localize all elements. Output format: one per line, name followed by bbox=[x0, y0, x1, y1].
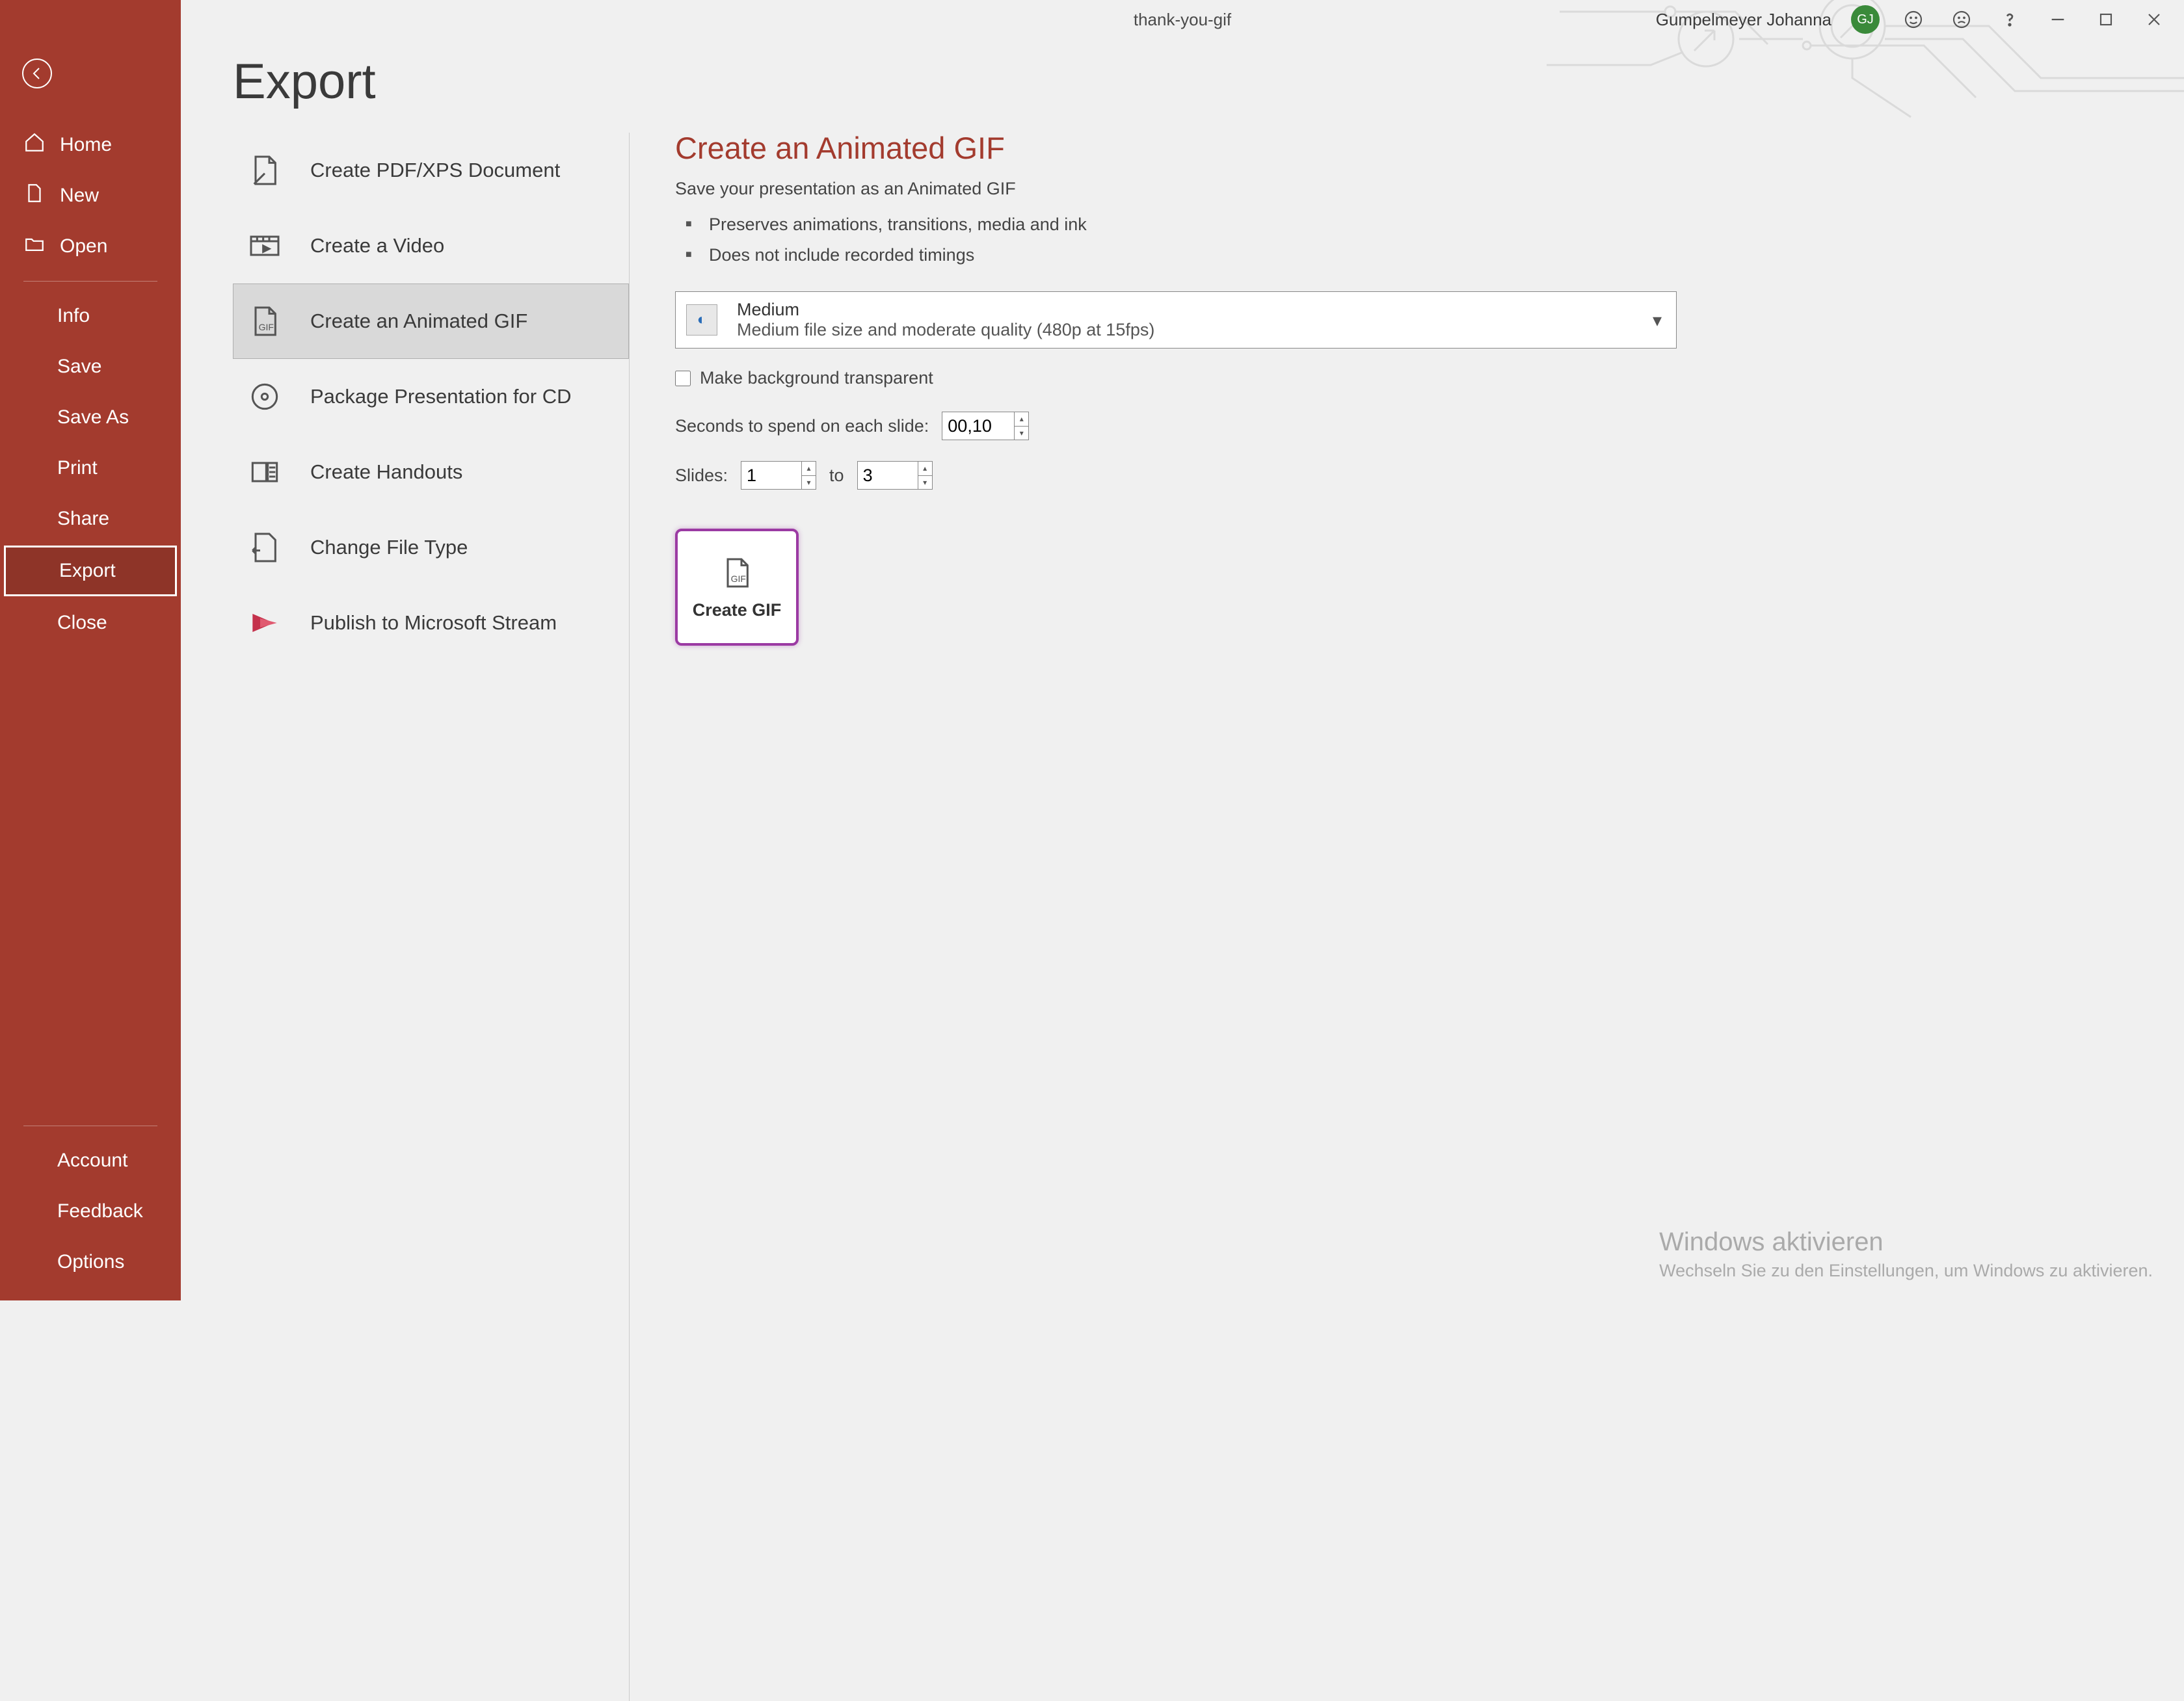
export-pdf-label: Create PDF/XPS Document bbox=[310, 159, 560, 182]
export-cd[interactable]: Package Presentation for CD bbox=[233, 359, 629, 434]
create-gif-icon: GIF bbox=[719, 555, 755, 591]
quality-icon: ◐ bbox=[686, 304, 717, 336]
export-handouts[interactable]: Create Handouts bbox=[233, 434, 629, 510]
activation-watermark: Windows aktivieren Wechseln Sie zu den E… bbox=[1659, 1228, 2153, 1281]
cd-icon bbox=[245, 378, 284, 415]
stream-icon bbox=[245, 605, 284, 641]
titlebar-right: Gumpelmeyer Johanna GJ bbox=[1656, 5, 2184, 34]
nav-new[interactable]: New bbox=[0, 170, 181, 221]
pdf-icon bbox=[245, 152, 284, 189]
nav-close[interactable]: Close bbox=[0, 598, 181, 648]
nav-saveas[interactable]: Save As bbox=[0, 392, 181, 443]
help-icon[interactable] bbox=[1995, 5, 2024, 34]
user-name: Gumpelmeyer Johanna bbox=[1656, 10, 1831, 30]
slides-to-input[interactable] bbox=[858, 462, 918, 489]
quality-title: Medium bbox=[737, 300, 1653, 320]
export-gif-label: Create an Animated GIF bbox=[310, 310, 527, 333]
maximize-button[interactable] bbox=[2092, 5, 2120, 34]
panel-desc: Save your presentation as an Animated GI… bbox=[675, 179, 2145, 199]
close-button[interactable] bbox=[2140, 5, 2168, 34]
seconds-arrows[interactable]: ▴▾ bbox=[1014, 412, 1028, 440]
open-icon bbox=[23, 233, 46, 260]
quality-sub: Medium file size and moderate quality (4… bbox=[737, 320, 1653, 340]
page-title: Export bbox=[233, 53, 376, 110]
nav-save[interactable]: Save bbox=[0, 341, 181, 392]
bullet-1: Preserves animations, transitions, media… bbox=[686, 209, 2145, 240]
export-pdf[interactable]: Create PDF/XPS Document bbox=[233, 133, 629, 208]
main-area: Export Create PDF/XPS Document Create a … bbox=[181, 0, 2184, 1300]
to-arrows[interactable]: ▴▾ bbox=[918, 462, 932, 489]
video-icon bbox=[245, 228, 284, 264]
nav-share[interactable]: Share bbox=[0, 494, 181, 544]
export-cd-label: Package Presentation for CD bbox=[310, 385, 572, 408]
slides-label: Slides: bbox=[675, 466, 728, 486]
nav-account[interactable]: Account bbox=[0, 1135, 181, 1186]
avatar[interactable]: GJ bbox=[1851, 5, 1880, 34]
nav-separator bbox=[23, 281, 157, 282]
home-icon bbox=[23, 131, 46, 159]
quality-dropdown[interactable]: ◐ Medium Medium file size and moderate q… bbox=[675, 291, 1677, 349]
seconds-spin[interactable]: ▴▾ bbox=[942, 412, 1029, 440]
export-stream[interactable]: Publish to Microsoft Stream bbox=[233, 585, 629, 661]
chevron-down-icon: ▾ bbox=[1653, 310, 1666, 331]
create-gif-label: Create GIF bbox=[693, 600, 782, 620]
slides-to-label: to bbox=[829, 466, 844, 486]
nav-print[interactable]: Print bbox=[0, 443, 181, 494]
svg-text:GIF: GIF bbox=[259, 322, 274, 332]
export-handouts-label: Create Handouts bbox=[310, 460, 462, 484]
sad-face-icon[interactable] bbox=[1947, 5, 1976, 34]
nav-export[interactable]: Export bbox=[4, 546, 177, 596]
export-gif[interactable]: GIF Create an Animated GIF bbox=[233, 284, 629, 359]
watermark-sub: Wechseln Sie zu den Einstellungen, um Wi… bbox=[1659, 1261, 2153, 1281]
gif-icon: GIF bbox=[245, 303, 284, 339]
seconds-label: Seconds to spend on each slide: bbox=[675, 416, 929, 436]
nav-feedback[interactable]: Feedback bbox=[0, 1186, 181, 1237]
nav-open[interactable]: Open bbox=[0, 221, 181, 272]
nav-home-label: Home bbox=[60, 134, 112, 156]
handouts-icon bbox=[245, 454, 284, 490]
nav-home[interactable]: Home bbox=[0, 120, 181, 170]
from-arrows[interactable]: ▴▾ bbox=[801, 462, 816, 489]
seconds-row: Seconds to spend on each slide: ▴▾ bbox=[675, 412, 2145, 440]
back-button[interactable] bbox=[22, 59, 52, 88]
seconds-input[interactable] bbox=[942, 412, 1014, 440]
export-type-list: Create PDF/XPS Document Create a Video G… bbox=[233, 133, 630, 1701]
nav-open-label: Open bbox=[60, 235, 107, 257]
slides-row: Slides: ▴▾ to ▴▾ bbox=[675, 461, 2145, 490]
nav-info[interactable]: Info bbox=[0, 291, 181, 341]
slides-from-spin[interactable]: ▴▾ bbox=[741, 461, 816, 490]
filetype-icon bbox=[245, 529, 284, 566]
panel-bullets: Preserves animations, transitions, media… bbox=[675, 209, 2145, 270]
backstage-nav: Home New Open Info Save Save As Print Sh… bbox=[0, 0, 181, 1300]
transparent-label: Make background transparent bbox=[700, 368, 933, 388]
export-stream-label: Publish to Microsoft Stream bbox=[310, 611, 557, 635]
minimize-button[interactable] bbox=[2044, 5, 2072, 34]
export-video-label: Create a Video bbox=[310, 234, 444, 257]
slides-from-input[interactable] bbox=[741, 462, 801, 489]
titlebar: thank-you-gif Gumpelmeyer Johanna GJ bbox=[181, 0, 2184, 39]
transparent-checkbox[interactable] bbox=[675, 371, 691, 386]
new-icon bbox=[23, 182, 46, 209]
export-filetype[interactable]: Change File Type bbox=[233, 510, 629, 585]
bullet-2: Does not include recorded timings bbox=[686, 240, 2145, 270]
document-title: thank-you-gif bbox=[1134, 10, 1231, 30]
nav-options[interactable]: Options bbox=[0, 1237, 181, 1287]
transparent-row[interactable]: Make background transparent bbox=[675, 368, 2145, 388]
export-gif-panel: Create an Animated GIF Save your present… bbox=[675, 130, 2145, 646]
export-filetype-label: Change File Type bbox=[310, 536, 468, 559]
svg-text:GIF: GIF bbox=[731, 574, 746, 584]
happy-face-icon[interactable] bbox=[1899, 5, 1928, 34]
export-video[interactable]: Create a Video bbox=[233, 208, 629, 284]
slides-to-spin[interactable]: ▴▾ bbox=[857, 461, 933, 490]
watermark-title: Windows aktivieren bbox=[1659, 1228, 2153, 1257]
create-gif-button[interactable]: GIF Create GIF bbox=[675, 529, 799, 646]
quality-text: Medium Medium file size and moderate qua… bbox=[737, 300, 1653, 340]
panel-heading: Create an Animated GIF bbox=[675, 130, 2145, 166]
nav-bottom: Account Feedback Options bbox=[0, 1116, 181, 1300]
nav-new-label: New bbox=[60, 185, 99, 207]
